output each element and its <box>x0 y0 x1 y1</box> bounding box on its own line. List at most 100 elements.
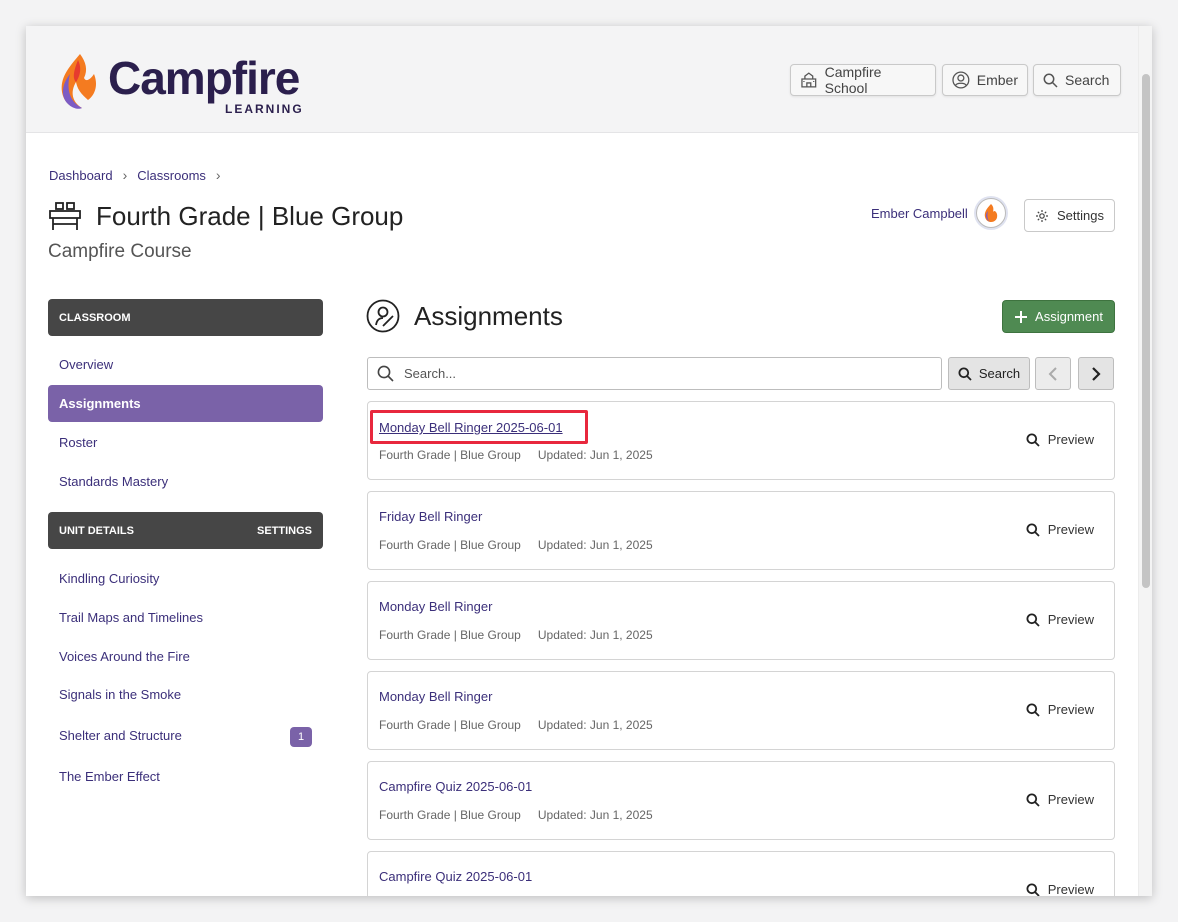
sidebar-item-label: The Ember Effect <box>59 769 160 784</box>
unit-details-header: UNIT DETAILS SETTINGS <box>48 512 323 549</box>
preview-button[interactable]: Preview <box>1026 792 1094 807</box>
assignment-card[interactable]: Friday Bell Ringer Fourth Grade | Blue G… <box>367 491 1115 570</box>
search-icon <box>1026 613 1040 627</box>
assignment-title-link[interactable]: Campfire Quiz 2025-06-01 <box>379 779 532 794</box>
assignment-search-input[interactable] <box>404 366 924 381</box>
page-title-row: Fourth Grade | Blue Group <box>48 200 403 232</box>
sidebar-item-label: Voices Around the Fire <box>59 649 190 664</box>
next-page-button[interactable] <box>1078 357 1114 390</box>
search-icon <box>1026 523 1040 537</box>
search-icon <box>1026 793 1040 807</box>
assignment-title-link[interactable]: Campfire Quiz 2025-06-01 <box>379 869 532 884</box>
sidebar-item-overview[interactable]: Overview <box>48 346 323 383</box>
previous-page-button[interactable] <box>1035 357 1071 390</box>
assignment-group: Fourth Grade | Blue Group <box>379 448 521 462</box>
assignment-title-link[interactable]: Monday Bell Ringer <box>379 689 492 704</box>
unit-header-label: UNIT DETAILS <box>59 524 134 537</box>
assignment-card[interactable]: Monday Bell Ringer Fourth Grade | Blue G… <box>367 671 1115 750</box>
sidebar-item-label: Signals in the Smoke <box>59 687 182 702</box>
sidebar-item-label: Shelter and Structure <box>59 728 182 743</box>
sidebar-item-trail-maps[interactable]: Trail Maps and Timelines <box>48 599 323 636</box>
assignments-heading: Assignments <box>366 299 563 333</box>
sidebar-item-roster[interactable]: Roster <box>48 424 323 461</box>
assignment-card[interactable]: Monday Bell Ringer 2025-06-01 Fourth Gra… <box>367 401 1115 480</box>
preview-label: Preview <box>1047 792 1094 807</box>
logo-subtitle: LEARNING <box>225 102 304 116</box>
sidebar-item-label: Kindling Curiosity <box>59 571 160 586</box>
breadcrumb-dashboard[interactable]: Dashboard <box>49 168 113 183</box>
classroom-header-label: CLASSROOM <box>59 311 131 324</box>
header-search-button[interactable]: Search <box>1033 64 1121 96</box>
count-badge: 1 <box>290 727 312 747</box>
chevron-right-icon: › <box>122 167 128 183</box>
chevron-right-icon: › <box>215 167 221 183</box>
school-label: Campfire School <box>824 64 882 96</box>
campfire-logo[interactable]: Campfire LEARNING <box>58 50 308 116</box>
top-header: Campfire LEARNING Campfire School Ember … <box>26 26 1138 133</box>
sidebar-item-label: Trail Maps and Timelines <box>59 610 204 625</box>
assignment-updated: Updated: Jun 1, 2025 <box>537 538 653 552</box>
assignment-updated: Updated: Jun 1, 2025 <box>537 448 653 462</box>
page-subtitle: Campfire Course <box>48 241 192 262</box>
preview-label: Preview <box>1047 702 1094 717</box>
assignment-meta: Fourth Grade | Blue Group Updated: Jun 1… <box>379 808 653 822</box>
sidebar-item-label: Standards Mastery <box>59 474 169 489</box>
gear-icon <box>1036 209 1048 222</box>
assignment-card[interactable]: Monday Bell Ringer Fourth Grade | Blue G… <box>367 581 1115 660</box>
assignment-group: Fourth Grade | Blue Group <box>379 538 521 552</box>
chevron-right-icon <box>1092 366 1101 381</box>
preview-button[interactable]: Preview <box>1026 432 1094 447</box>
sidebar-item-label: Overview <box>59 357 114 372</box>
school-button[interactable]: Campfire School <box>790 64 936 96</box>
assignment-search-button[interactable]: Search <box>948 357 1030 390</box>
assignment-group: Fourth Grade | Blue Group <box>379 808 521 822</box>
sidebar-item-assignments[interactable]: Assignments <box>48 385 323 422</box>
assignment-group: Fourth Grade | Blue Group <box>379 718 521 732</box>
unit-settings-link[interactable]: SETTINGS <box>257 525 312 537</box>
preview-button[interactable]: Preview <box>1026 522 1094 537</box>
search-icon <box>377 365 394 382</box>
assignment-group: Fourth Grade | Blue Group <box>379 628 521 642</box>
settings-label: Settings <box>1057 208 1104 223</box>
assignment-updated: Updated: Jun 1, 2025 <box>537 808 653 822</box>
search-icon <box>1026 883 1040 896</box>
preview-label: Preview <box>1047 522 1094 537</box>
sidebar-item-ember-effect[interactable]: The Ember Effect <box>48 758 323 795</box>
sidebar-item-shelter-structure[interactable]: Shelter and Structure 1 <box>48 717 323 754</box>
assignment-title-link[interactable]: Friday Bell Ringer <box>379 509 482 524</box>
preview-button[interactable]: Preview <box>1026 612 1094 627</box>
add-assignment-button[interactable]: Assignment <box>1002 300 1115 333</box>
school-building-icon <box>801 72 817 88</box>
sidebar-item-kindling-curiosity[interactable]: Kindling Curiosity <box>48 560 323 597</box>
assignment-meta: Fourth Grade | Blue Group Updated: Jun 1… <box>379 628 653 642</box>
flame-logo-icon <box>61 54 96 109</box>
user-circle-icon <box>952 71 970 89</box>
user-menu-button[interactable]: Ember <box>942 64 1028 96</box>
settings-button[interactable]: Settings <box>1024 199 1115 232</box>
preview-button[interactable]: Preview <box>1026 882 1094 896</box>
breadcrumb: Dashboard › Classrooms › <box>49 167 221 183</box>
preview-label: Preview <box>1047 882 1094 896</box>
search-icon <box>958 367 972 381</box>
sidebar-item-standards-mastery[interactable]: Standards Mastery <box>48 463 323 500</box>
sidebar-item-voices-around-fire[interactable]: Voices Around the Fire <box>48 638 323 675</box>
search-icon <box>1026 433 1040 447</box>
sidebar-item-signals-smoke[interactable]: Signals in the Smoke <box>48 676 323 713</box>
assignment-card[interactable]: Campfire Quiz 2025-06-01 Preview <box>367 851 1115 896</box>
assignment-person-icon <box>366 299 400 333</box>
assignment-card[interactable]: Campfire Quiz 2025-06-01 Fourth Grade | … <box>367 761 1115 840</box>
assignment-meta: Fourth Grade | Blue Group Updated: Jun 1… <box>379 718 653 732</box>
search-icon <box>1043 73 1058 88</box>
scrollbar-thumb[interactable] <box>1142 74 1150 588</box>
assignment-meta: Fourth Grade | Blue Group Updated: Jun 1… <box>379 538 653 552</box>
vertical-scrollbar[interactable] <box>1138 26 1152 896</box>
breadcrumb-classrooms[interactable]: Classrooms <box>137 168 206 183</box>
assignment-title-link[interactable]: Monday Bell Ringer 2025-06-01 <box>379 420 563 435</box>
teacher-info[interactable]: Ember Campbell <box>871 198 1006 228</box>
preview-button[interactable]: Preview <box>1026 702 1094 717</box>
assignments-title: Assignments <box>414 300 563 331</box>
assignment-search-box <box>367 357 942 390</box>
add-assignment-label: Assignment <box>1035 309 1103 324</box>
assignment-title-link[interactable]: Monday Bell Ringer <box>379 599 492 614</box>
assignment-updated: Updated: Jun 1, 2025 <box>537 628 653 642</box>
